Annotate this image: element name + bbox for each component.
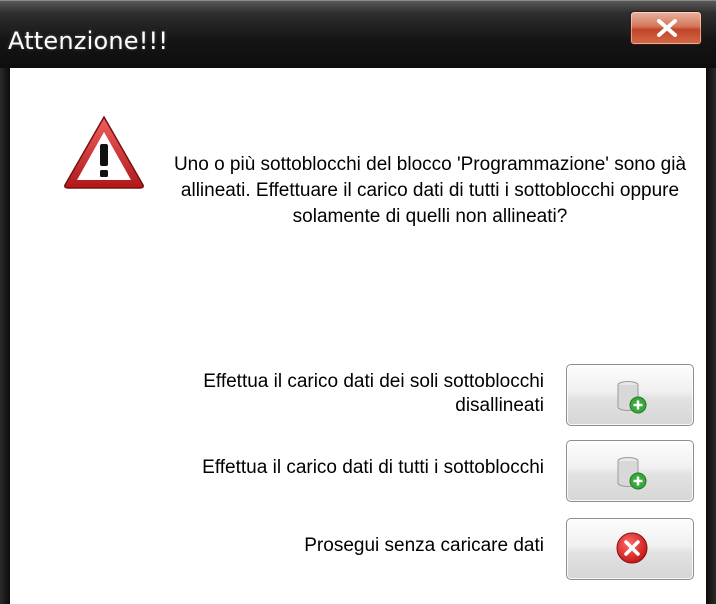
option-label-all: Effettua il carico dati di tutti i sotto… [202,457,544,478]
dialog-content: Uno o più sottoblocchi del blocco 'Progr… [10,68,706,604]
database-add-icon [617,457,647,490]
dialog-window: Attenzione!!! Uno o più sottoblocchi del… [0,0,716,604]
title-bar[interactable]: Attenzione!!! [0,0,716,68]
dialog-message: Uno o più sottoblocchi del blocco 'Progr… [173,154,687,227]
close-button[interactable] [630,11,702,45]
load-all-button[interactable] [566,440,694,502]
cancel-icon [616,532,648,564]
warning-icon [64,115,144,189]
window-title: Attenzione!!! [8,27,169,55]
skip-loading-button[interactable] [566,518,694,580]
database-add-icon [617,381,647,414]
load-misaligned-button[interactable] [566,364,694,426]
close-icon [657,19,677,37]
window-frame-right [706,68,716,604]
option-label-misaligned: Effettua il carico dati dei soli sottobl… [203,371,544,416]
option-label-skip: Prosegui senza caricare dati [304,535,544,556]
window-frame-left [0,68,10,604]
